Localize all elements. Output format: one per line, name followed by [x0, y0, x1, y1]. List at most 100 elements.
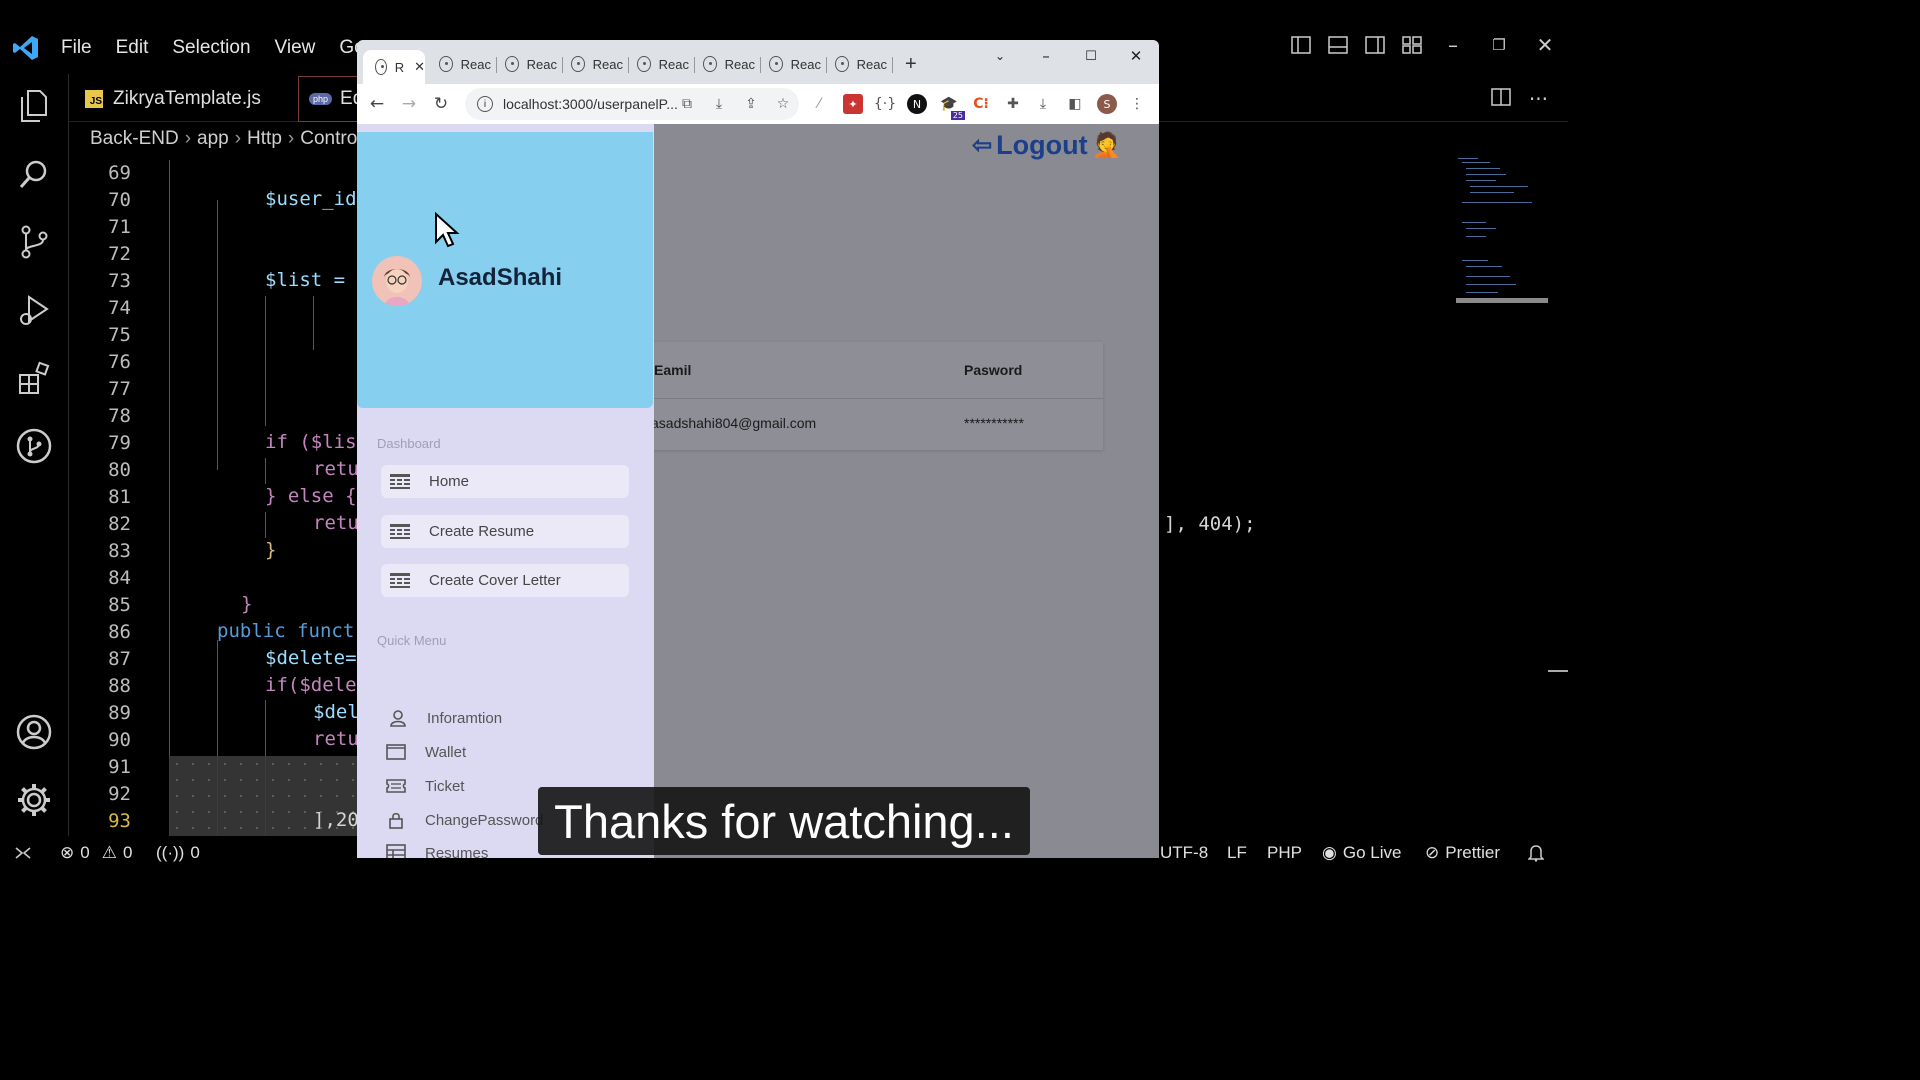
split-editor-icon[interactable]	[1491, 87, 1511, 111]
site-info-icon[interactable]: i	[477, 96, 493, 112]
explorer-icon[interactable]	[14, 86, 54, 126]
profile-avatar[interactable]: S	[1097, 94, 1117, 114]
git-graph-icon[interactable]	[14, 426, 54, 466]
tab-zikrya-template[interactable]: JS ZikryaTemplate.js	[85, 76, 261, 122]
line-number: 76	[108, 351, 131, 373]
code-line-88: if($dele	[265, 674, 357, 696]
double-check-icon: ⊘	[1425, 843, 1440, 862]
column-header-password: Pasword	[964, 362, 1023, 378]
minimap[interactable]	[1456, 156, 1548, 316]
accounts-icon[interactable]	[14, 712, 54, 752]
downloads-icon[interactable]: ⤓	[1033, 94, 1053, 114]
quick-item-ticket[interactable]: Ticket	[385, 776, 464, 796]
avatar[interactable]	[372, 256, 422, 306]
more-actions-icon[interactable]: ···	[1529, 87, 1548, 111]
search-icon[interactable]	[14, 154, 54, 194]
code-line-73: $list =	[265, 269, 357, 291]
browser-tabstrip: R ✕ Reac Reac Reac Reac Reac Reac Reac +…	[357, 40, 1159, 84]
install-app-icon[interactable]: ⤓	[709, 94, 729, 114]
nav-create-resume-button[interactable]: Create Resume	[381, 515, 629, 548]
code-line-86: public funct	[217, 620, 355, 642]
browser-tab[interactable]: Reac	[757, 50, 821, 78]
tab-close-icon[interactable]: ✕	[414, 59, 425, 75]
share-icon[interactable]: ⇪	[741, 94, 761, 114]
browser-toolbar: ← → ↻ i localhost:3000/userpanelP... ⧉ ⤓…	[357, 84, 1159, 124]
react-favicon-icon	[703, 56, 717, 72]
toggle-primary-sidebar-icon[interactable]	[1282, 30, 1319, 60]
browser-minimize-icon[interactable]: –	[1023, 42, 1069, 70]
reload-icon[interactable]: ↻	[427, 90, 455, 118]
bookmark-star-icon[interactable]: ☆	[773, 94, 793, 114]
js-file-icon: JS	[85, 90, 103, 108]
extension-pen-icon[interactable]: ⁄	[809, 94, 829, 114]
breadcrumb: Back-END › app › Http › Contro	[90, 128, 358, 149]
language-status[interactable]: PHP	[1267, 836, 1302, 870]
breadcrumb-item[interactable]: Contro	[300, 128, 357, 149]
quick-item-wallet[interactable]: Wallet	[385, 742, 466, 762]
quick-item-resumes[interactable]: Resumes	[385, 843, 488, 858]
extensions-icon[interactable]	[14, 358, 54, 398]
extension-c-icon[interactable]: C⁝	[971, 94, 991, 114]
title-controls: – ❐ ✕	[1282, 30, 1568, 60]
remote-indicator-icon[interactable]	[14, 836, 32, 870]
browser-tab[interactable]: Reac	[493, 50, 557, 78]
source-control-icon[interactable]	[14, 222, 54, 262]
react-favicon-icon	[835, 56, 849, 72]
line-number: 88	[108, 675, 131, 697]
code-line-83: }	[265, 539, 277, 561]
extensions-puzzle-icon[interactable]: ✚	[1003, 94, 1023, 114]
restore-icon[interactable]: ❐	[1476, 30, 1522, 60]
browser-tab[interactable]: Reac	[691, 50, 755, 78]
extension-grad-cap-icon[interactable]: 🎓 25	[939, 94, 965, 120]
customize-layout-icon[interactable]	[1393, 30, 1430, 60]
menu-view[interactable]: View	[275, 37, 316, 59]
browser-menu-icon[interactable]: ⋮	[1127, 94, 1147, 114]
forward-arrow-icon[interactable]: →	[395, 90, 423, 118]
extension-red-icon[interactable]: ✦	[843, 94, 863, 114]
ports-indicator[interactable]: ((·)) 0	[156, 836, 200, 870]
toggle-secondary-sidebar-icon[interactable]	[1356, 30, 1393, 60]
logout-button[interactable]: ⇦ Logout 🤦	[972, 130, 1121, 161]
golive-button[interactable]: ◉ Go Live	[1322, 836, 1401, 870]
side-drawer: AsadShahi Dashboard Home Create Resume C…	[357, 124, 654, 858]
browser-tab[interactable]: Reac	[559, 50, 623, 78]
quick-item-change-password[interactable]: ChangePassword	[385, 810, 543, 830]
breadcrumb-item[interactable]: Back-END	[90, 128, 179, 149]
side-panel-icon[interactable]: ◧	[1065, 94, 1085, 114]
browser-tab[interactable]: Reac	[427, 50, 491, 78]
new-tab-button[interactable]: +	[905, 50, 917, 78]
close-icon[interactable]: ✕	[1522, 30, 1568, 60]
prettier-button[interactable]: ⊘ Prettier	[1425, 836, 1500, 870]
tab-label: ZikryaTemplate.js	[113, 88, 261, 109]
quick-item-information[interactable]: Inforamtion	[387, 708, 502, 728]
error-icon: ⊗	[60, 843, 75, 862]
nav-home-button[interactable]: Home	[381, 465, 629, 498]
nav-create-cover-letter-button[interactable]: Create Cover Letter	[381, 564, 629, 597]
menu-file[interactable]: File	[61, 37, 92, 59]
run-debug-icon[interactable]	[14, 290, 54, 330]
toggle-panel-icon[interactable]	[1319, 30, 1356, 60]
open-in-app-icon[interactable]: ⧉	[677, 94, 697, 114]
breadcrumb-item[interactable]: app	[197, 128, 229, 149]
browser-tab-active[interactable]: R ✕	[363, 50, 425, 84]
notifications-bell-icon[interactable]	[1528, 836, 1544, 870]
extension-braces-icon[interactable]: {·}	[874, 94, 896, 114]
vscode-logo-icon	[13, 36, 38, 60]
menu-selection[interactable]: Selection	[172, 37, 250, 59]
back-arrow-icon[interactable]: ←	[363, 90, 391, 118]
tab-search-icon[interactable]: ⌄	[977, 42, 1023, 70]
url-text: localhost:3000/userpanelP...	[503, 96, 678, 112]
manage-gear-icon[interactable]	[14, 780, 54, 820]
react-favicon-icon	[375, 59, 387, 75]
browser-tab[interactable]: Reac	[625, 50, 689, 78]
menu-edit[interactable]: Edit	[116, 37, 149, 59]
breadcrumb-item[interactable]: Http	[247, 128, 282, 149]
minimize-icon[interactable]: –	[1430, 30, 1476, 60]
encoding-status[interactable]: UTF-8	[1160, 836, 1208, 870]
problems-indicator[interactable]: ⊗ 0 ⚠ 0	[60, 836, 132, 870]
eol-status[interactable]: LF	[1227, 836, 1247, 870]
extension-n-icon[interactable]: N	[907, 94, 927, 114]
browser-maximize-icon[interactable]: ☐	[1068, 42, 1114, 70]
browser-close-icon[interactable]: ✕	[1113, 42, 1159, 70]
browser-tab[interactable]: Reac	[823, 50, 887, 78]
